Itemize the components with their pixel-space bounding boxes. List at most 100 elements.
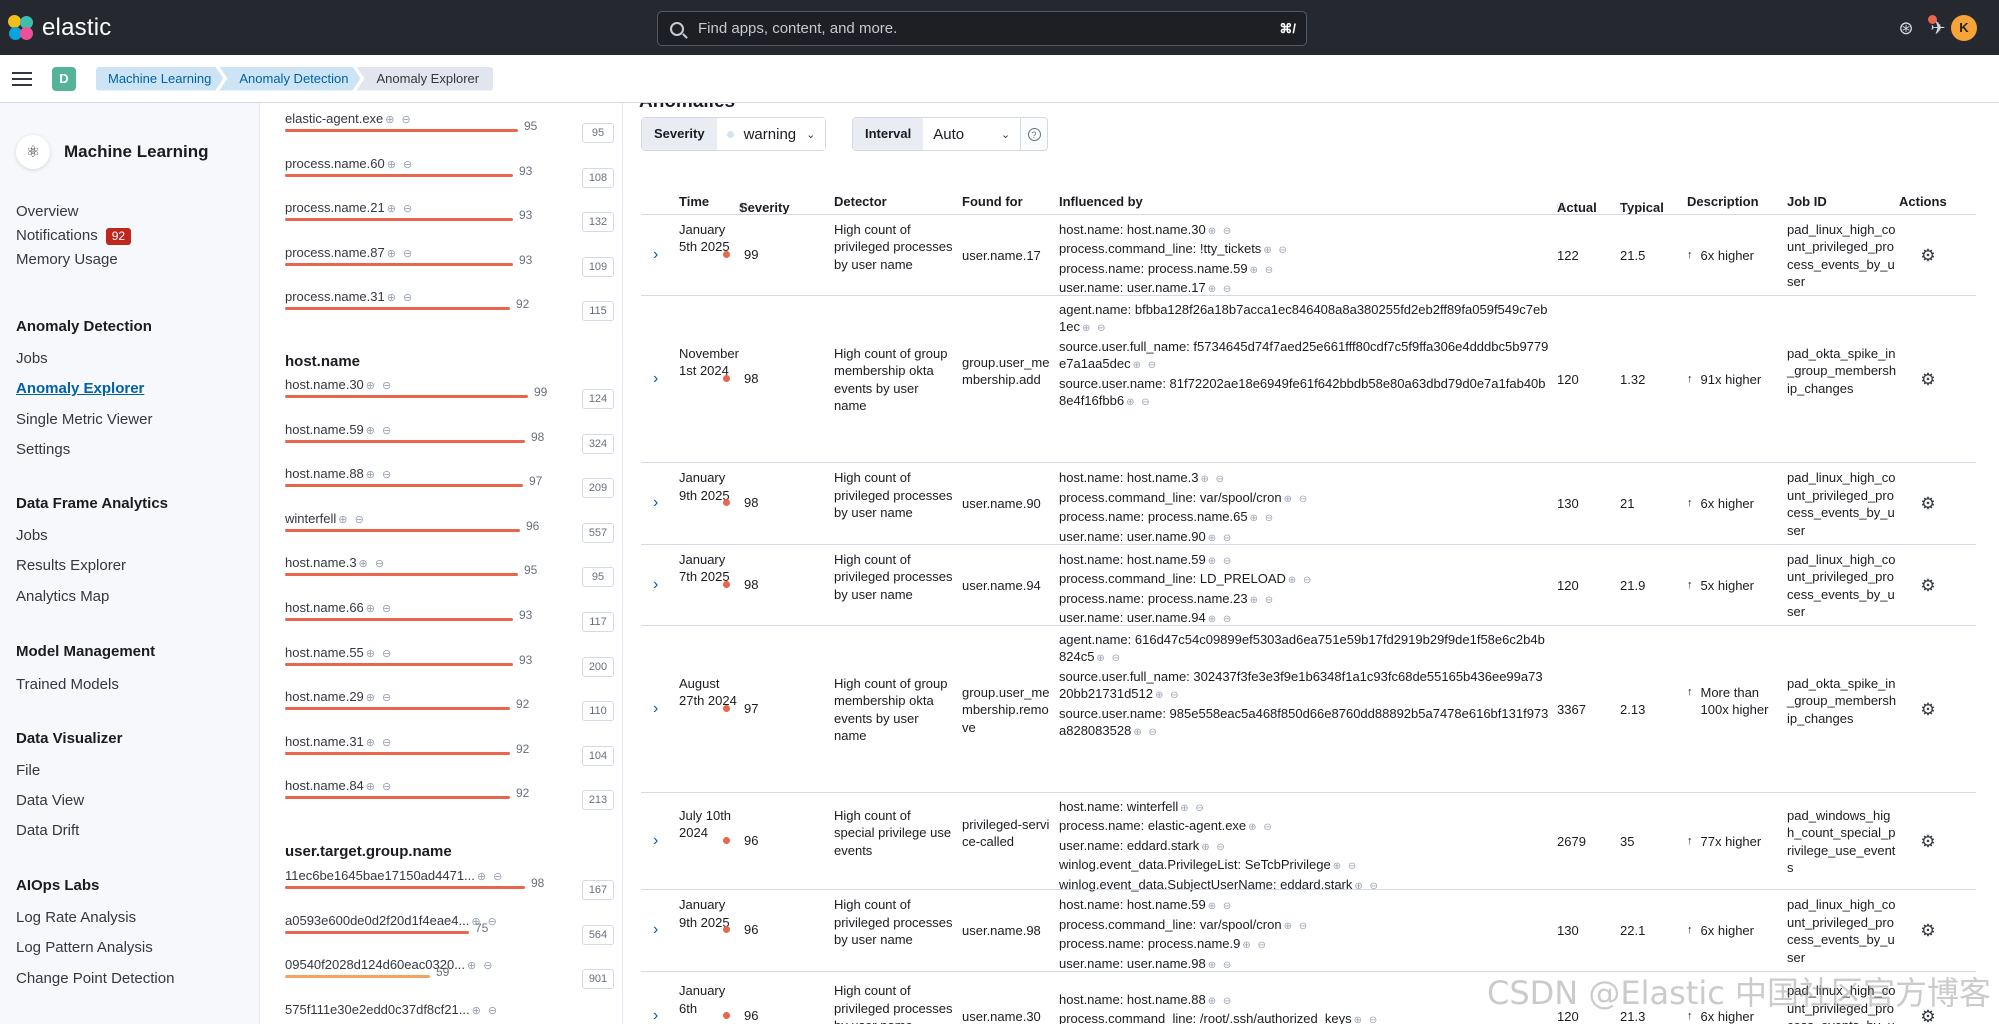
menu-hamburger-icon[interactable] (12, 68, 32, 90)
user-avatar[interactable]: K (1951, 15, 1977, 41)
filter-add-remove-icons[interactable]: ⊕ ⊖ (366, 468, 394, 481)
influencer-value[interactable]: process.name.60 ⊕ ⊖ (285, 156, 414, 171)
filter-add-remove-icons[interactable]: ⊕ ⊖ (338, 513, 366, 526)
interval-select[interactable]: Interval Auto ⌄ ? (852, 117, 1048, 151)
expand-row-chevron-icon[interactable]: › (653, 832, 658, 850)
filter-add-remove-icons[interactable]: ⊕ ⊖ (1250, 513, 1276, 524)
gear-icon[interactable]: ⚙ (1919, 246, 1937, 265)
influencer-value[interactable]: host.name.55 ⊕ ⊖ (285, 645, 393, 660)
influencer-value[interactable]: host.name.59 ⊕ ⊖ (285, 422, 393, 437)
expand-row-chevron-icon[interactable]: › (653, 370, 658, 388)
filter-add-remove-icons[interactable]: ⊕ ⊖ (1208, 556, 1234, 567)
sidebar-item-ad-jobs[interactable]: Jobs (16, 350, 48, 367)
sidebar-item-anomaly-explorer[interactable]: Anomaly Explorer (16, 380, 144, 397)
filter-add-remove-icons[interactable]: ⊕ ⊖ (1180, 803, 1206, 814)
influencer-value[interactable]: 09540f2028d124d60eac0320... ⊕ ⊖ (285, 957, 495, 972)
sidebar-item-trained-models[interactable]: Trained Models (16, 676, 119, 693)
sidebar-item-data-drift[interactable]: Data Drift (16, 822, 79, 839)
influencer-value[interactable]: host.name.3 ⊕ ⊖ (285, 555, 386, 570)
influencer-value[interactable]: process.name.31 ⊕ ⊖ (285, 289, 414, 304)
anomaly-job-id[interactable]: pad_okta_spike_in_group_membership_chang… (1787, 345, 1897, 398)
anomaly-job-id[interactable]: pad_linux_high_count_privileged_process_… (1787, 221, 1897, 291)
gear-icon[interactable]: ⚙ (1919, 832, 1937, 851)
sidebar-item-data-view[interactable]: Data View (16, 792, 84, 809)
filter-add-remove-icons[interactable]: ⊕ ⊖ (366, 691, 394, 704)
influencer-value[interactable]: 11ec6be1645bae17150ad4471... ⊕ ⊖ (285, 868, 504, 883)
anomaly-job-id[interactable]: pad_linux_high_count_privileged_process_… (1787, 896, 1897, 966)
table-row[interactable]: › January 7th 2025 98 High count of privile… (641, 544, 1976, 625)
filter-add-remove-icons[interactable]: ⊕ ⊖ (1082, 323, 1108, 334)
filter-add-remove-icons[interactable]: ⊕ ⊖ (1242, 940, 1268, 951)
anomaly-job-id[interactable]: pad_linux_high_count_privileged_process_… (1787, 551, 1897, 621)
anomaly-job-id[interactable]: pad_windows_high_count_special_privilege… (1787, 807, 1897, 877)
filter-add-remove-icons[interactable]: ⊕ ⊖ (1200, 474, 1226, 485)
filter-add-remove-icons[interactable]: ⊕ ⊖ (467, 959, 495, 972)
filter-add-remove-icons[interactable]: ⊕ ⊖ (1288, 575, 1314, 586)
sidebar-item-memory-usage[interactable]: Memory Usage (16, 251, 118, 268)
table-row[interactable]: › January 9th 2025 96 High count of privile… (641, 889, 1976, 971)
filter-add-remove-icons[interactable]: ⊕ ⊖ (1354, 1015, 1380, 1024)
gear-icon[interactable]: ⚙ (1919, 700, 1937, 719)
influencer-value[interactable]: process.name.87 ⊕ ⊖ (285, 245, 414, 260)
influencer-value[interactable]: host.name.30 ⊕ ⊖ (285, 377, 393, 392)
filter-add-remove-icons[interactable]: ⊕ ⊖ (477, 870, 505, 883)
sidebar-item-single-metric-viewer[interactable]: Single Metric Viewer (16, 411, 152, 428)
influencer-value[interactable]: 575f111e30e2edd0c37df8cf21... ⊕ ⊖ (285, 1002, 499, 1017)
filter-add-remove-icons[interactable]: ⊕ ⊖ (1133, 360, 1159, 371)
expand-row-chevron-icon[interactable]: › (653, 1007, 658, 1024)
sidebar-item-analytics-map[interactable]: Analytics Map (16, 588, 109, 605)
column-job-id[interactable]: Job ID (1787, 194, 1827, 209)
sidebar-item-file[interactable]: File (16, 762, 40, 779)
filter-add-remove-icons[interactable]: ⊕ ⊖ (1208, 960, 1234, 971)
sidebar-item-results-explorer[interactable]: Results Explorer (16, 557, 126, 574)
column-time[interactable]: Time (679, 194, 709, 209)
gear-icon[interactable]: ⚙ (1919, 922, 1937, 940)
filter-add-remove-icons[interactable]: ⊕ ⊖ (366, 602, 394, 615)
breadcrumb-anomaly-detection[interactable]: Anomaly Detection (219, 67, 360, 91)
filter-add-remove-icons[interactable]: ⊕ ⊖ (1126, 397, 1152, 408)
severity-select[interactable]: Severity warning ⌄ (641, 117, 826, 151)
filter-add-remove-icons[interactable]: ⊕ ⊖ (1155, 690, 1181, 701)
gear-icon[interactable]: ⚙ (1919, 576, 1937, 595)
table-row[interactable]: › July 10th 2024 96 High count of special p… (641, 792, 1976, 892)
filter-add-remove-icons[interactable]: ⊕ ⊖ (1201, 842, 1227, 853)
influencer-value[interactable]: a0593e600de0d2f20d1f4eae4... ⊕ ⊖ (285, 913, 499, 928)
filter-add-remove-icons[interactable]: ⊕ ⊖ (359, 557, 387, 570)
filter-add-remove-icons[interactable]: ⊕ ⊖ (366, 736, 394, 749)
sidebar-item-change-point-detection[interactable]: Change Point Detection (16, 970, 174, 987)
filter-add-remove-icons[interactable]: ⊕ ⊖ (1263, 245, 1289, 256)
filter-add-remove-icons[interactable]: ⊕ ⊖ (1284, 494, 1310, 505)
filter-add-remove-icons[interactable]: ⊕ ⊖ (1250, 595, 1276, 606)
influencer-value[interactable]: host.name.88 ⊕ ⊖ (285, 466, 393, 481)
sidebar-item-log-pattern-analysis[interactable]: Log Pattern Analysis (16, 939, 153, 956)
column-influenced-by[interactable]: Influenced by (1059, 194, 1143, 209)
column-found-for[interactable]: Found for (962, 194, 1023, 209)
column-detector[interactable]: Detector (834, 194, 887, 209)
filter-add-remove-icons[interactable]: ⊕ ⊖ (1096, 653, 1122, 664)
filter-add-remove-icons[interactable]: ⊕ ⊖ (1208, 533, 1234, 544)
filter-add-remove-icons[interactable]: ⊕ ⊖ (387, 291, 415, 304)
expand-row-chevron-icon[interactable]: › (653, 576, 658, 594)
filter-add-remove-icons[interactable]: ⊕ ⊖ (1250, 265, 1276, 276)
table-row[interactable]: › January 9th 2025 98 High count of privile… (641, 462, 1976, 544)
sidebar-item-overview[interactable]: Overview (16, 203, 79, 220)
filter-add-remove-icons[interactable]: ⊕ ⊖ (387, 247, 415, 260)
interval-help-icon[interactable]: ? (1020, 118, 1047, 150)
gear-icon[interactable]: ⚙ (1919, 495, 1937, 513)
expand-row-chevron-icon[interactable]: › (653, 921, 658, 939)
sidebar-item-log-rate-analysis[interactable]: Log Rate Analysis (16, 909, 136, 926)
influencer-value[interactable]: host.name.29 ⊕ ⊖ (285, 689, 393, 704)
space-avatar[interactable]: D (52, 66, 76, 91)
sidebar-item-settings[interactable]: Settings (16, 441, 70, 458)
table-row[interactable]: › January 5th 2025 99 High count of privile… (641, 214, 1976, 295)
sidebar-item-notifications[interactable]: Notifications 92 (16, 227, 132, 245)
filter-add-remove-icons[interactable]: ⊕ ⊖ (1208, 284, 1234, 295)
filter-add-remove-icons[interactable]: ⊕ ⊖ (472, 1004, 500, 1017)
filter-add-remove-icons[interactable]: ⊕ ⊖ (366, 379, 394, 392)
filter-add-remove-icons[interactable]: ⊕ ⊖ (1208, 226, 1234, 237)
global-search-input[interactable]: Find apps, content, and more. ⌘/ (657, 11, 1307, 46)
influencer-value[interactable]: process.name.21 ⊕ ⊖ (285, 200, 414, 215)
table-row[interactable]: › November 1st 2024 98 High count of group … (641, 295, 1976, 462)
influencer-value[interactable]: host.name.84 ⊕ ⊖ (285, 778, 393, 793)
expand-row-chevron-icon[interactable]: › (653, 700, 658, 718)
